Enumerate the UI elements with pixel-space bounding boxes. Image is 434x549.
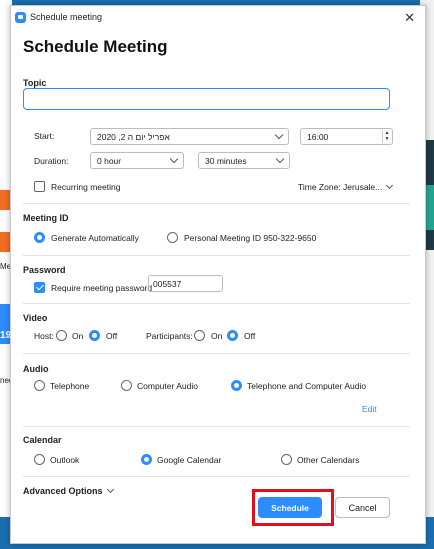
meeting-id-heading: Meeting ID (23, 213, 69, 223)
audio-heading: Audio (23, 364, 49, 374)
spin-down-icon[interactable]: ▼ (383, 136, 391, 142)
window-title: Schedule meeting (30, 12, 103, 22)
participants-video-label: Participants: (146, 331, 193, 341)
cancel-button[interactable]: Cancel (335, 497, 390, 518)
require-password-checkbox[interactable] (34, 282, 45, 293)
divider (23, 203, 410, 204)
audio-telephone-radio[interactable] (34, 380, 45, 391)
password-heading: Password (23, 265, 66, 275)
timezone-value: Time Zone: Jerusale... (298, 182, 383, 192)
zoom-app-icon (15, 11, 26, 23)
time-spinner[interactable]: ▲ ▼ (382, 130, 391, 143)
personal-meeting-id-label: Personal Meeting ID 950-322-9650 (184, 233, 317, 243)
start-date-value: אפריל יום ה 2, 2020 (97, 131, 170, 142)
duration-label: Duration: (34, 156, 69, 166)
schedule-button[interactable]: Schedule (258, 497, 322, 518)
host-video-off-label: Off (106, 331, 118, 341)
calendar-outlook-label: Outlook (50, 455, 80, 465)
topic-label: Topic (23, 78, 47, 88)
audio-edit-link[interactable]: Edit (362, 404, 377, 414)
title-bar: Schedule meeting (11, 6, 425, 28)
start-time-field[interactable]: 16:00 ▲ ▼ (300, 128, 393, 145)
divider (23, 303, 410, 304)
audio-both-radio[interactable] (231, 380, 242, 391)
divider (23, 255, 410, 256)
timezone-select[interactable]: Time Zone: Jerusale... (298, 181, 394, 192)
host-video-on-label: On (72, 331, 84, 341)
duration-minutes-value: 30 minutes (205, 155, 247, 166)
calendar-google-radio[interactable] (141, 454, 152, 465)
host-video-off-radio[interactable] (89, 330, 100, 341)
start-time-value: 16:00 (307, 131, 329, 142)
host-video-on-radio[interactable] (56, 330, 67, 341)
participants-video-on-label: On (211, 331, 223, 341)
generate-automatically-label: Generate Automatically (51, 233, 139, 243)
divider (23, 476, 410, 477)
chevron-down-icon (386, 181, 394, 190)
audio-telephone-label: Telephone (50, 381, 90, 391)
password-input[interactable]: 005537 (148, 275, 223, 292)
participants-video-on-radio[interactable] (194, 330, 205, 341)
divider (23, 353, 410, 354)
chevron-down-icon (275, 154, 285, 164)
chevron-down-icon (106, 485, 114, 494)
require-password-label: Require meeting password (51, 283, 153, 293)
calendar-google-label: Google Calendar (157, 455, 222, 465)
host-video-label: Host: (34, 331, 54, 341)
participants-video-off-label: Off (244, 331, 256, 341)
generate-automatically-radio[interactable] (34, 232, 45, 243)
chevron-down-icon (169, 154, 179, 164)
duration-hours-select[interactable]: 0 hour (90, 152, 184, 169)
duration-minutes-select[interactable]: 30 minutes (198, 152, 290, 169)
divider (23, 426, 410, 427)
advanced-options-label: Advanced Options (23, 486, 103, 496)
duration-hours-value: 0 hour (97, 155, 122, 166)
video-heading: Video (23, 313, 48, 323)
audio-both-label: Telephone and Computer Audio (247, 381, 367, 391)
audio-computer-label: Computer Audio (137, 381, 198, 391)
recurring-checkbox[interactable] (34, 181, 45, 192)
advanced-options-toggle[interactable]: Advanced Options (23, 485, 114, 496)
personal-meeting-id-radio[interactable] (167, 232, 178, 243)
start-label: Start: (34, 131, 55, 141)
page-title: Schedule Meeting (23, 37, 168, 56)
chevron-down-icon (274, 130, 284, 140)
topic-input[interactable] (23, 88, 390, 110)
start-date-select[interactable]: אפריל יום ה 2, 2020 (90, 128, 289, 145)
calendar-outlook-radio[interactable] (34, 454, 45, 465)
audio-computer-radio[interactable] (121, 380, 132, 391)
calendar-other-radio[interactable] (281, 454, 292, 465)
calendar-heading: Calendar (23, 435, 62, 445)
calendar-other-label: Other Calendars (297, 455, 360, 465)
participants-video-off-radio[interactable] (227, 330, 238, 341)
recurring-label: Recurring meeting (51, 182, 121, 192)
close-icon[interactable]: ✕ (404, 10, 415, 26)
